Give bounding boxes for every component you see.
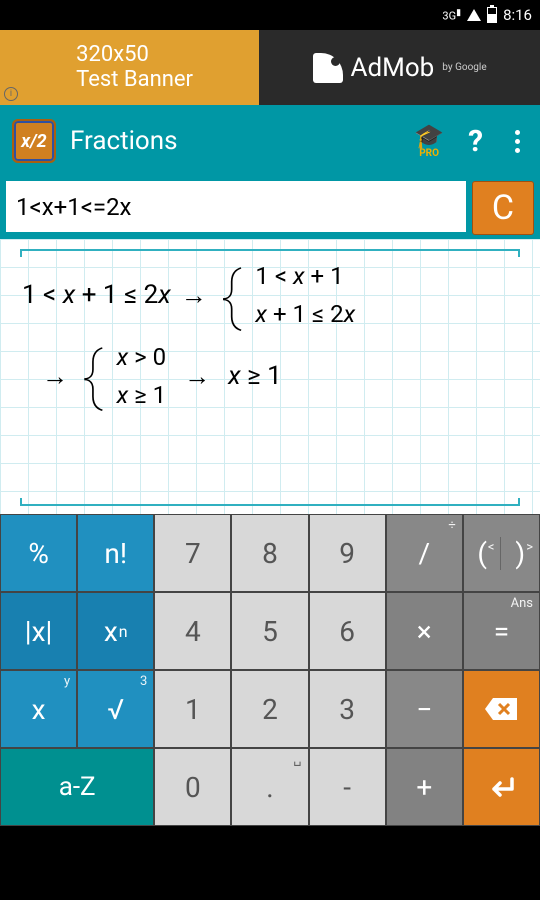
- solution-line-2: → { x > 0 x ≥ 1 → x ≥ 1: [42, 338, 518, 415]
- ad-banner[interactable]: i 320x50Test Banner AdMobby Google: [0, 30, 540, 105]
- key-8[interactable]: 8: [232, 515, 307, 591]
- key-percent[interactable]: %: [1, 515, 76, 591]
- key-parens[interactable]: (< )>: [464, 515, 539, 591]
- graduation-cap-icon: 🎓: [414, 124, 444, 148]
- key-alpha[interactable]: a-Z: [1, 749, 153, 825]
- expression-input[interactable]: [6, 181, 466, 235]
- keypad-real: % n! 7 8 9 /÷ (< )> |x| xn 4 5 6 × =Ans …: [0, 514, 540, 826]
- key-9[interactable]: 9: [310, 515, 385, 591]
- net-indicator: 3G▮: [442, 8, 461, 23]
- signal-icon: [467, 9, 481, 21]
- key-divide[interactable]: /÷: [387, 515, 462, 591]
- key-7[interactable]: 7: [155, 515, 230, 591]
- enter-icon: [486, 775, 516, 799]
- key-backspace[interactable]: [464, 671, 539, 747]
- help-button[interactable]: ?: [458, 124, 493, 159]
- battery-icon: [487, 7, 497, 23]
- key-enter[interactable]: [464, 749, 539, 825]
- key-abs[interactable]: |x|: [1, 593, 76, 669]
- ad-right: AdMobby Google: [259, 53, 540, 83]
- overflow-menu-button[interactable]: [507, 130, 528, 153]
- page-title: Fractions: [70, 126, 400, 156]
- key-minus[interactable]: −: [387, 671, 462, 747]
- admob-logo-icon: [313, 53, 343, 83]
- key-power[interactable]: xn: [78, 593, 153, 669]
- key-plus[interactable]: +: [387, 749, 462, 825]
- ad-info-icon[interactable]: i: [4, 87, 18, 101]
- ad-left: 320x50Test Banner: [0, 43, 259, 91]
- key-sqrt[interactable]: √3: [78, 671, 153, 747]
- action-bar: x/2 Fractions 🎓 PRO ?: [0, 105, 540, 177]
- key-2[interactable]: 2: [232, 671, 307, 747]
- key-5[interactable]: 5: [232, 593, 307, 669]
- key-dot[interactable]: .␣: [232, 749, 307, 825]
- pro-button[interactable]: 🎓 PRO: [414, 124, 444, 159]
- key-6[interactable]: 6: [310, 593, 385, 669]
- work-area: 1 < x + 1 ≤ 2x → { 1 < x + 1 x + 1 ≤ 2x …: [0, 239, 540, 514]
- key-x[interactable]: xy: [1, 671, 76, 747]
- key-factorial[interactable]: n!: [78, 515, 153, 591]
- key-3[interactable]: 3: [310, 671, 385, 747]
- key-4[interactable]: 4: [155, 593, 230, 669]
- clock: 8:16: [503, 6, 532, 24]
- status-bar: 3G▮ 8:16: [0, 0, 540, 30]
- key-multiply[interactable]: ×: [387, 593, 462, 669]
- solution-line-1: 1 < x + 1 ≤ 2x → { 1 < x + 1 x + 1 ≤ 2x: [22, 257, 518, 334]
- key-equals[interactable]: =Ans: [464, 593, 539, 669]
- clear-button[interactable]: C: [472, 181, 534, 235]
- app-icon[interactable]: x/2: [12, 119, 56, 163]
- backspace-icon: [483, 696, 519, 722]
- key-neg[interactable]: -: [310, 749, 385, 825]
- key-1[interactable]: 1: [155, 671, 230, 747]
- input-row: C: [0, 177, 540, 239]
- key-0[interactable]: 0: [155, 749, 230, 825]
